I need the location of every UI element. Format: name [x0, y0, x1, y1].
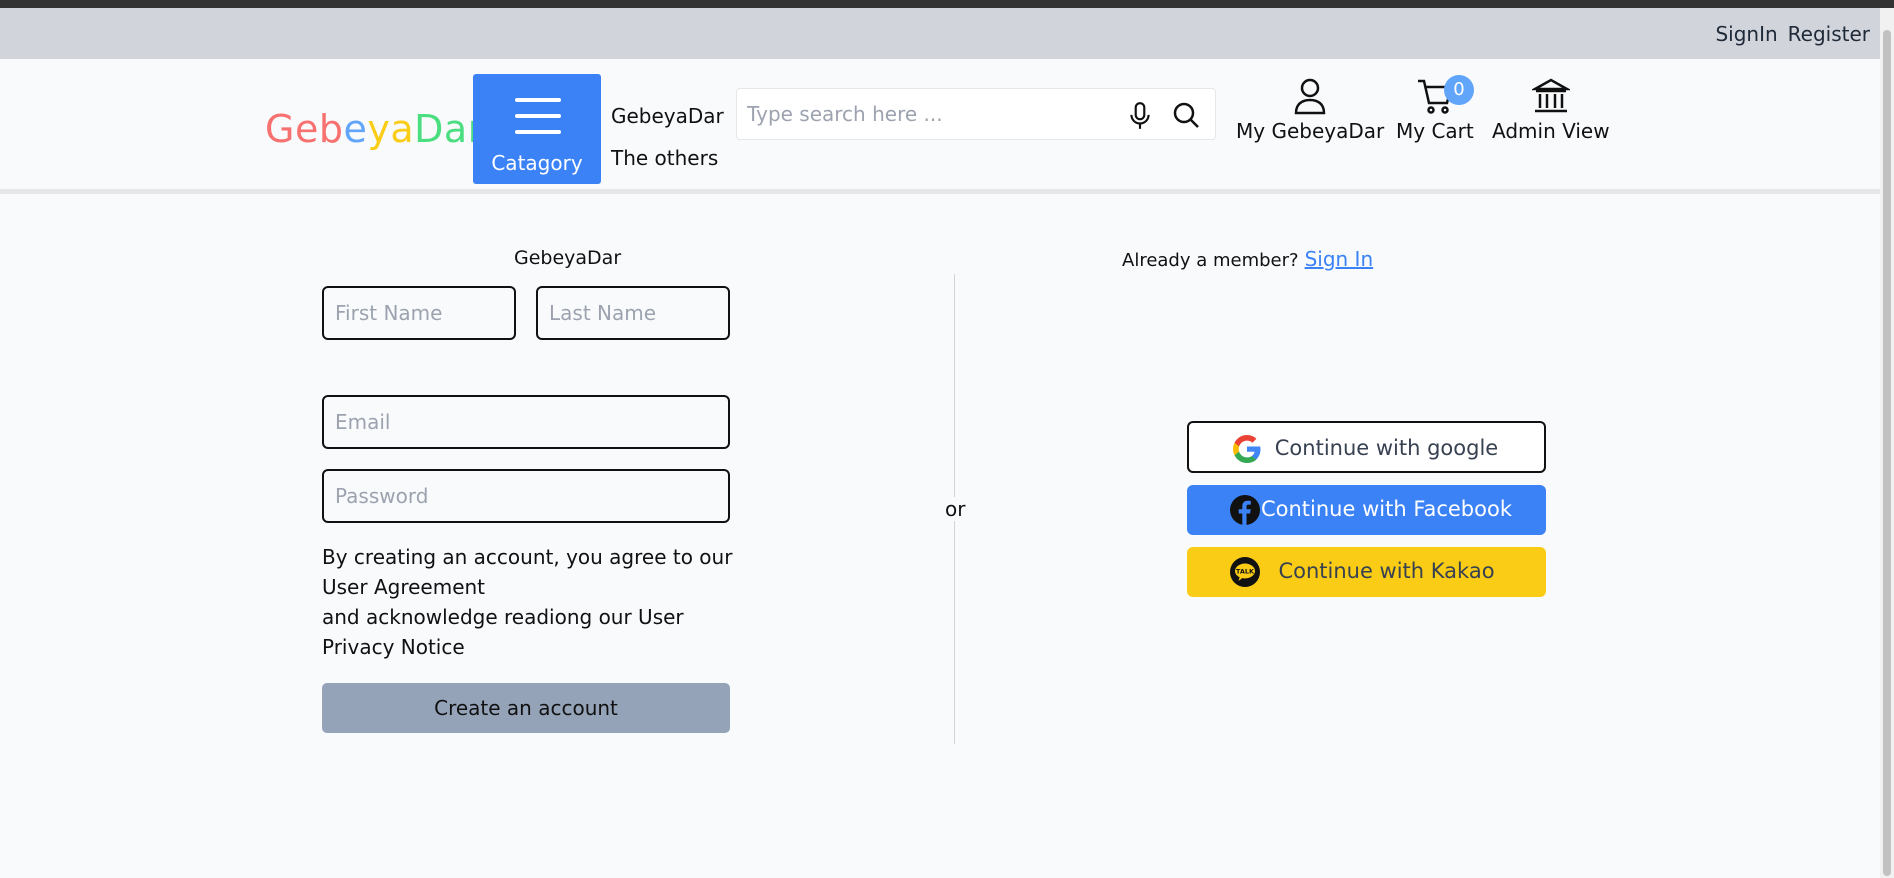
or-separator: or [945, 497, 966, 521]
form-brand-title: GebeyaDar [514, 247, 622, 269]
top-bar: SignIn Register [0, 8, 1880, 59]
agreement-text: By creating an account, you agree to our… [322, 542, 742, 662]
privacy-notice-link[interactable]: Privacy Notice [322, 632, 742, 662]
auth-links: SignIn Register [1715, 22, 1870, 46]
site-header: GebeyaDar Catagory GebeyaDar The others … [0, 59, 1880, 189]
logo-letter: b [318, 107, 344, 151]
browser-top-strip [0, 0, 1894, 8]
facebook-signin-label: Continue with Facebook [1260, 497, 1512, 521]
member-text: Already a member? [1122, 250, 1299, 271]
admin-view-label: Admin View [1492, 119, 1610, 143]
signin-link[interactable]: SignIn [1715, 22, 1777, 46]
scrollbar-thumb[interactable] [1883, 30, 1891, 876]
search-icon[interactable] [1171, 100, 1201, 130]
create-account-button[interactable]: Create an account [322, 683, 730, 733]
google-signin-button[interactable]: Continue with google [1187, 421, 1546, 473]
my-cart-button[interactable]: 0 My Cart [1396, 75, 1474, 143]
logo-letter: a [443, 107, 468, 151]
already-member: Already a member? Sign In [1122, 247, 1373, 271]
agreement-line: and acknowledge readiong our User [322, 605, 684, 629]
nav-item-the-others[interactable]: The others [611, 133, 724, 183]
user-agreement-link[interactable]: User Agreement [322, 572, 742, 602]
microphone-icon[interactable] [1127, 101, 1153, 131]
password-field[interactable] [322, 469, 730, 523]
google-signin-label: Continue with google [1274, 436, 1499, 460]
search-bar [736, 88, 1216, 140]
my-cart-label: My Cart [1396, 119, 1474, 143]
logo-letter: D [414, 107, 444, 151]
search-input[interactable] [747, 97, 1107, 131]
category-button[interactable]: Catagory [473, 74, 601, 184]
header-nav: GebeyaDar The others [611, 99, 724, 183]
my-account-label: My GebeyaDar [1236, 119, 1385, 143]
header-divider [0, 189, 1880, 194]
site-logo[interactable]: GebeyaDar [265, 107, 484, 151]
admin-view-button[interactable]: Admin View [1492, 77, 1610, 143]
logo-letter: a [390, 107, 415, 151]
sign-in-link[interactable]: Sign In [1305, 247, 1374, 271]
email-field[interactable] [322, 395, 730, 449]
facebook-signin-button[interactable]: Continue with Facebook [1187, 485, 1546, 535]
register-link[interactable]: Register [1788, 22, 1870, 46]
kakao-signin-label: Continue with Kakao [1278, 559, 1495, 583]
first-name-field[interactable] [322, 286, 516, 340]
user-icon [1294, 78, 1326, 115]
category-label: Catagory [491, 151, 583, 175]
bank-icon [1531, 78, 1570, 113]
logo-letter: y [367, 107, 391, 151]
kakao-signin-button[interactable]: TALK Continue with Kakao [1187, 547, 1546, 597]
logo-letter: e [294, 107, 319, 151]
logo-letter: e [343, 107, 368, 151]
agreement-line: By creating an account, you agree to our [322, 545, 733, 569]
cart-count-badge: 0 [1444, 75, 1474, 105]
my-account-button[interactable]: My GebeyaDar [1236, 77, 1384, 143]
menu-icon [515, 98, 561, 146]
logo-letter: G [265, 107, 295, 151]
page-scrollbar[interactable] [1880, 8, 1894, 878]
last-name-field[interactable] [536, 286, 730, 340]
